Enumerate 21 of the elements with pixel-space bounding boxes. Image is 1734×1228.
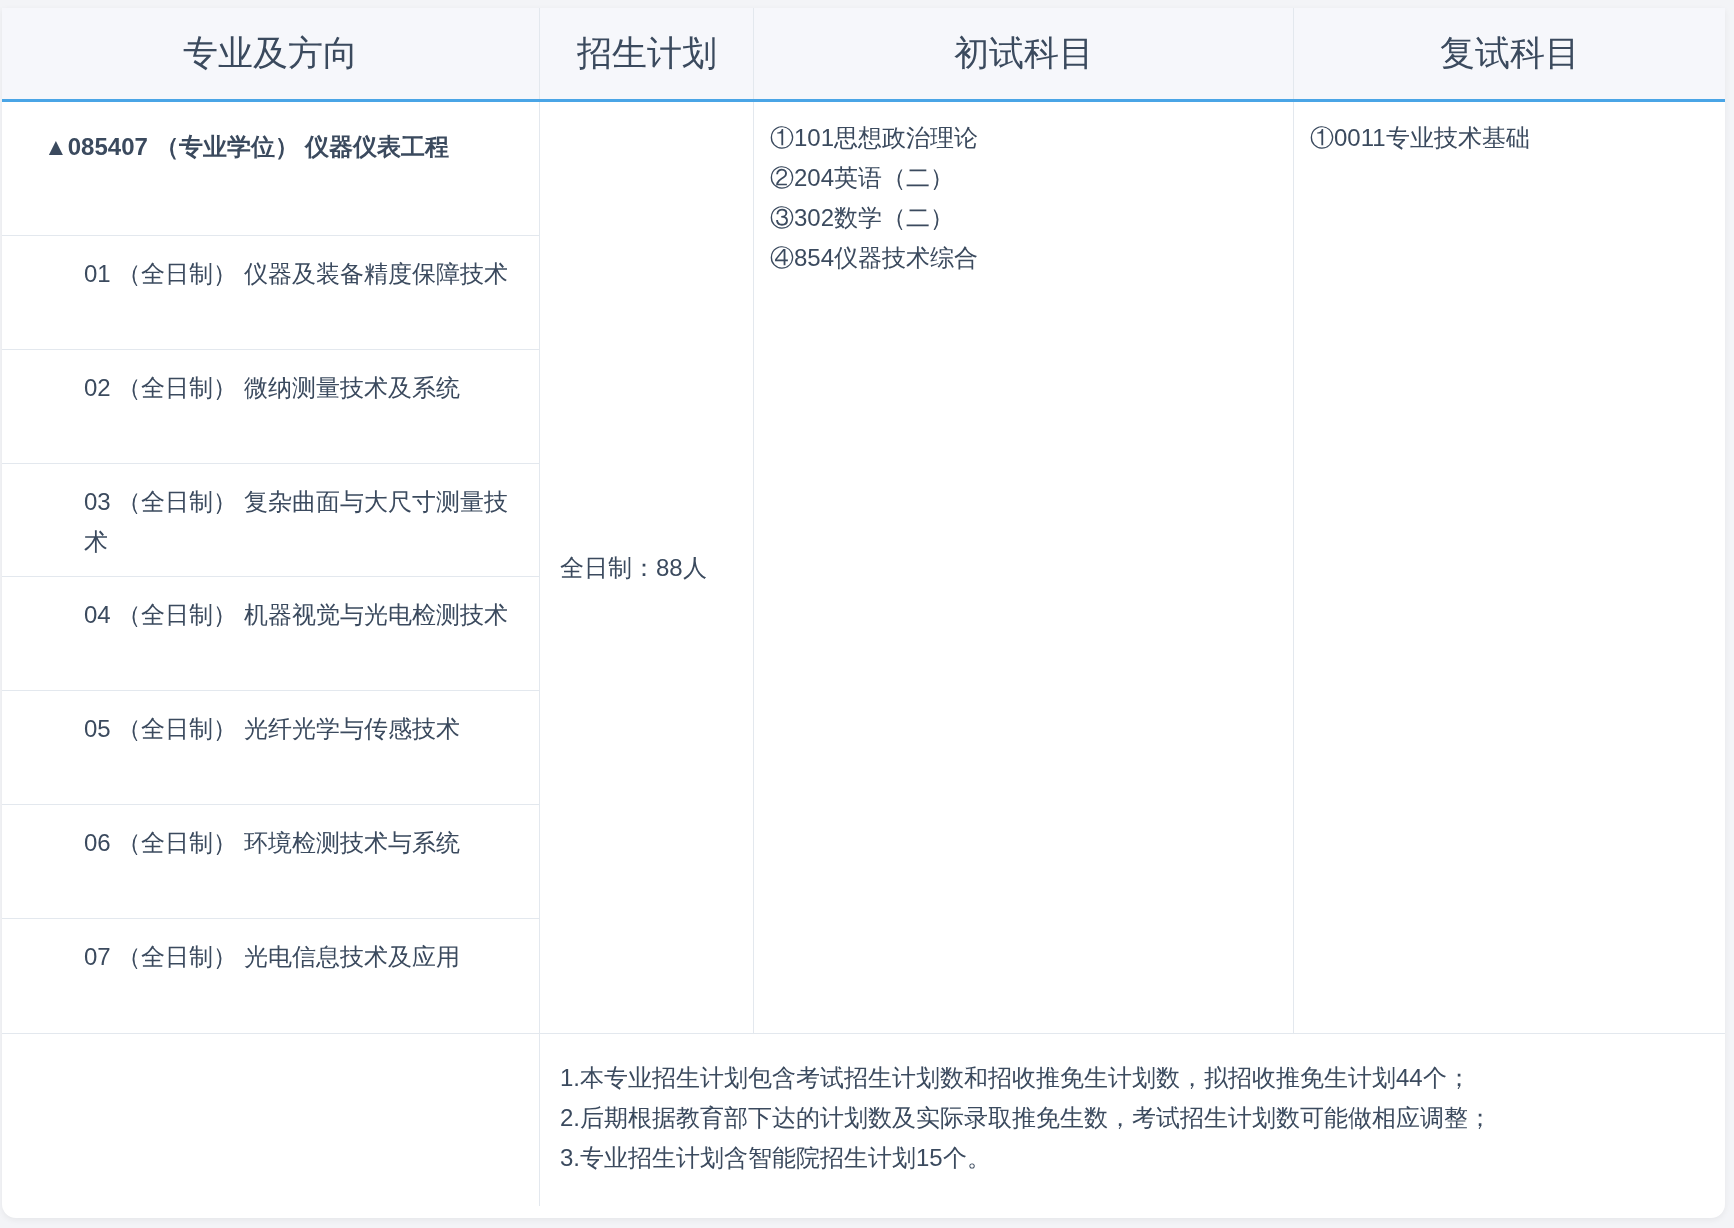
direction-name: 05 （全日制） 光纤光学与传感技术 xyxy=(84,714,462,745)
major-name: ▲085407 （专业学位） 仪器仪表工程 xyxy=(44,132,451,162)
column-header: 复试科目 xyxy=(1439,32,1580,75)
note-text: 2.后期根据教育部下达的计划数及实际录取推免生数，考试招生计划数可能做相应调整； xyxy=(560,1103,1493,1133)
exam-subject: ③302数学（二） xyxy=(770,203,956,233)
exam-subject: ②204英语（二） xyxy=(770,163,956,193)
note-text: 3.专业招生计划含智能院招生计划15个。 xyxy=(560,1143,992,1173)
column-header: 专业及方向 xyxy=(183,32,358,75)
direction-name: 02 （全日制） 微纳测量技术及系统 xyxy=(84,372,462,403)
exam-subject: ④854仪器技术综合 xyxy=(770,243,980,273)
retest-subject: ①0011专业技术基础 xyxy=(1310,123,1531,153)
column-header: 招生计划 xyxy=(576,32,717,75)
exam-subject: ①101思想政治理论 xyxy=(770,123,980,153)
direction-name: 07 （全日制） 光电信息技术及应用 xyxy=(84,942,462,973)
direction-name: 01 （全日制） 仪器及装备精度保障技术 xyxy=(84,258,510,289)
column-header: 初试科目 xyxy=(953,32,1094,75)
direction-name: 04 （全日制） 机器视觉与光电检测技术 xyxy=(84,600,510,631)
note-text: 1.本专业招生计划包含考试招生计划数和招收推免生计划数，拟招收推免生计划44个； xyxy=(560,1063,1472,1093)
direction-name: 06 （全日制） 环境检测技术与系统 xyxy=(84,828,462,859)
direction-name: 03 （全日制） 复杂曲面与大尺寸测量技术 xyxy=(84,486,510,557)
enrollment-plan: 全日制：88人 xyxy=(559,552,707,583)
